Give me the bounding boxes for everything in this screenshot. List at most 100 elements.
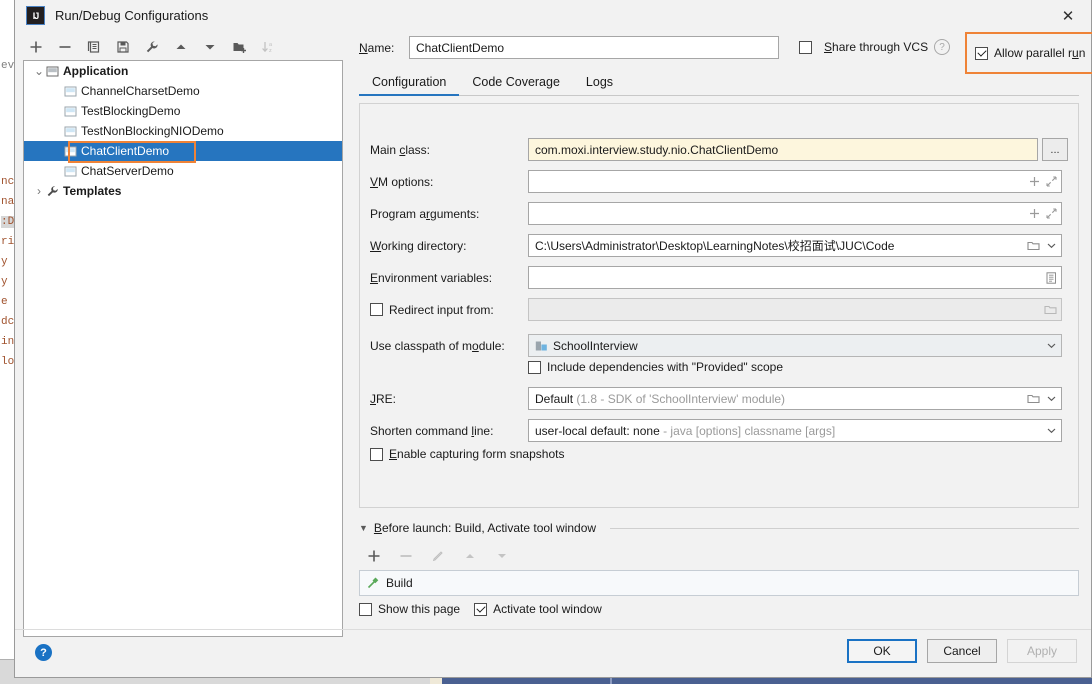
arrow-down-icon	[498, 554, 506, 558]
working-directory-row: Working directory: C:\Users\Administrato…	[370, 234, 1062, 257]
bg-fragment: e	[1, 296, 8, 308]
tree-item-label: ChannelCharsetDemo	[81, 84, 200, 98]
new-folder-button[interactable]	[226, 35, 252, 59]
tree-item-label: Application	[63, 64, 129, 78]
bg-fragment: ev	[1, 60, 15, 72]
chevron-down-icon[interactable]	[1046, 340, 1057, 351]
show-this-page-checkbox[interactable]	[359, 602, 372, 616]
move-down-button[interactable]	[197, 35, 223, 59]
bg-fragment: ri	[1, 236, 15, 248]
bg-fragment: y	[1, 276, 8, 288]
working-directory-input[interactable]: C:\Users\Administrator\Desktop\LearningN…	[528, 234, 1062, 257]
program-arguments-label: Program arguments:	[370, 206, 480, 221]
bg-fragment: na	[1, 196, 15, 208]
include-provided-checkbox[interactable]	[528, 360, 541, 374]
tree-item-templates[interactable]: › Templates	[24, 181, 342, 201]
dialog-buttons: OK Cancel Apply	[847, 639, 1077, 663]
minus-icon	[59, 46, 71, 48]
chevron-down-icon[interactable]	[1046, 393, 1057, 404]
remove-task-button[interactable]	[393, 544, 419, 568]
run-config-icon	[64, 126, 77, 136]
tree-item-chatserverdemo[interactable]: ChatServerDemo	[24, 161, 342, 181]
working-directory-label: Working directory:	[370, 238, 467, 253]
list-edit-icon[interactable]	[1046, 271, 1057, 284]
jre-label: JRE:	[370, 391, 397, 406]
plus-icon	[30, 41, 42, 53]
task-move-down-button[interactable]	[489, 544, 515, 568]
configuration-tree[interactable]: ⌄ Application ChannelCharsetDemo TestBlocki…	[23, 60, 343, 637]
folder-icon	[1044, 305, 1057, 315]
ok-button[interactable]: OK	[847, 639, 917, 663]
move-up-button[interactable]	[168, 35, 194, 59]
before-launch-options: Show this page Activate tool window	[359, 602, 602, 616]
tab-logs[interactable]: Logs	[573, 75, 626, 95]
tree-item-application[interactable]: ⌄ Application	[24, 61, 342, 81]
folder-icon[interactable]	[1027, 393, 1040, 404]
main-class-browse-button[interactable]: ...	[1042, 138, 1068, 161]
classpath-module-select[interactable]: SchoolInterview	[528, 334, 1062, 357]
jre-row: JRE: Default (1.8 - SDK of 'SchoolInterv…	[370, 387, 1062, 410]
apply-button[interactable]: Apply	[1007, 639, 1077, 663]
intellij-logo-icon: IJ	[26, 6, 45, 25]
wrench-icon	[47, 185, 58, 196]
activate-tool-window-checkbox[interactable]	[474, 602, 488, 616]
close-icon[interactable]: ✕	[1045, 0, 1091, 31]
jre-select[interactable]: Default (1.8 - SDK of 'SchoolInterview' …	[528, 387, 1062, 410]
add-configuration-button[interactable]	[23, 35, 49, 59]
help-button[interactable]: ?	[35, 644, 52, 661]
vm-options-input[interactable]	[528, 170, 1062, 193]
edit-task-button[interactable]	[425, 544, 451, 568]
tree-item-testblockingdemo[interactable]: TestBlockingDemo	[24, 101, 342, 121]
plus-icon[interactable]	[1029, 176, 1040, 187]
question-icon[interactable]: ?	[934, 39, 951, 55]
save-configuration-button[interactable]	[110, 35, 136, 59]
chevron-down-icon[interactable]	[1046, 425, 1057, 436]
run-debug-configurations-dialog: IJ Run/Debug Configurations ✕ a z ⌄ Appl…	[14, 0, 1092, 678]
tab-code-coverage[interactable]: Code Coverage	[459, 75, 573, 95]
share-through-vcs-checkbox[interactable]	[799, 40, 812, 54]
form-snapshots-checkbox[interactable]	[370, 447, 383, 461]
name-input[interactable]	[409, 36, 779, 59]
tree-item-channelcharsetdemo[interactable]: ChannelCharsetDemo	[24, 81, 342, 101]
allow-parallel-run-checkbox[interactable]	[975, 46, 988, 60]
form-snapshots-row: Enable capturing form snapshots	[370, 447, 564, 461]
tab-configuration[interactable]: Configuration	[359, 75, 460, 96]
bg-fragment: y	[1, 256, 8, 268]
chevron-down-icon[interactable]	[1046, 240, 1057, 251]
chevron-right-icon[interactable]: ›	[32, 184, 46, 198]
expand-icon[interactable]	[1046, 208, 1057, 219]
plus-icon[interactable]	[1029, 208, 1040, 219]
chevron-down-icon[interactable]: ⌄	[32, 64, 46, 78]
run-config-icon	[64, 166, 77, 176]
arrow-down-icon	[205, 45, 215, 50]
edit-templates-button[interactable]	[139, 35, 165, 59]
form-snapshots-label: Enable capturing form snapshots	[389, 447, 565, 461]
bg-fragment: lo	[1, 356, 15, 368]
folder-icon[interactable]	[1027, 240, 1040, 251]
triangle-down-icon[interactable]: ▼	[359, 523, 368, 533]
minus-icon	[400, 555, 412, 557]
program-arguments-input[interactable]	[528, 202, 1062, 225]
jre-value-detail: (1.8 - SDK of 'SchoolInterview' module)	[576, 391, 786, 406]
copy-configuration-button[interactable]	[81, 35, 107, 59]
add-task-button[interactable]	[361, 544, 387, 568]
configuration-editor-pane: Name: Share through VCS ? Allow parallel…	[347, 31, 1092, 677]
environment-variables-input[interactable]	[528, 266, 1062, 289]
program-arguments-row: Program arguments:	[370, 202, 1062, 225]
redirect-input-path-input[interactable]	[528, 298, 1062, 321]
before-launch-task-list[interactable]: Build	[359, 570, 1079, 596]
allow-parallel-run-label: Allow parallel run	[994, 46, 1086, 60]
shorten-command-line-select[interactable]: user-local default: none - java [options…	[528, 419, 1062, 442]
main-class-label: Main class:	[370, 142, 431, 157]
task-move-up-button[interactable]	[457, 544, 483, 568]
before-launch-header: ▼ Before launch: Build, Activate tool wi…	[359, 521, 1079, 535]
cancel-button[interactable]: Cancel	[927, 639, 997, 663]
remove-configuration-button[interactable]	[52, 35, 78, 59]
sort-alphabetically-button[interactable]: a z	[255, 35, 281, 59]
tree-item-chatclientdemo[interactable]: ChatClientDemo	[24, 141, 342, 161]
redirect-input-checkbox[interactable]	[370, 303, 383, 316]
expand-icon[interactable]	[1046, 176, 1057, 187]
footer-divider	[15, 629, 1091, 630]
tree-item-testnonblockingniodemo[interactable]: TestNonBlockingNIODemo	[24, 121, 342, 141]
main-class-input[interactable]: com.moxi.interview.study.nio.ChatClientD…	[528, 138, 1038, 161]
